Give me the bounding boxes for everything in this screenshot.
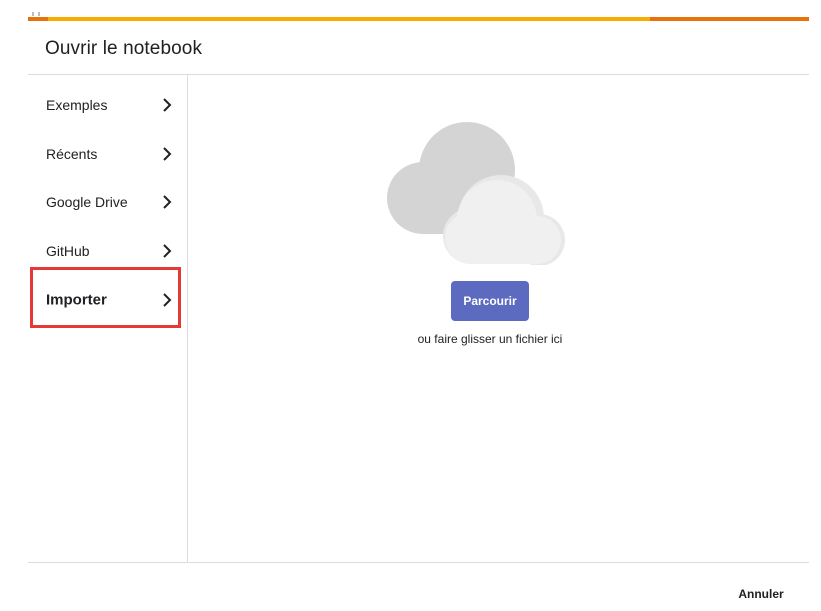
sidebar-item-label: GitHub <box>46 243 90 259</box>
chevron-right-icon <box>163 244 172 258</box>
chevron-right-icon <box>163 195 172 209</box>
sidebar-item-examples[interactable]: Exemples <box>28 81 187 129</box>
cancel-button[interactable]: Annuler <box>728 584 794 604</box>
dialog-title: Ouvrir le notebook <box>45 38 203 59</box>
sidebar-item-label: Exemples <box>46 97 108 113</box>
sidebar-item-label: Récents <box>46 146 98 162</box>
browse-button[interactable]: Parcourir <box>451 281 529 321</box>
footer-divider <box>28 562 809 563</box>
chevron-right-icon <box>163 98 172 112</box>
open-notebook-dialog: Ouvrir le notebook Exemples Récents Goog… <box>0 0 821 611</box>
sidebar-item-google-drive[interactable]: Google Drive <box>28 178 187 226</box>
drop-hint-text: ou faire glisser un fichier ici <box>417 332 563 346</box>
strip-tick <box>32 12 34 16</box>
cloud-icon <box>387 122 565 265</box>
chevron-right-icon <box>163 147 172 161</box>
colab-toolbar-strip <box>28 12 809 21</box>
strip-tick <box>38 12 40 16</box>
sidebar-item-label: Google Drive <box>46 194 128 210</box>
selection-highlight-box <box>30 267 181 328</box>
sidebar-item-recent[interactable]: Récents <box>28 130 187 178</box>
